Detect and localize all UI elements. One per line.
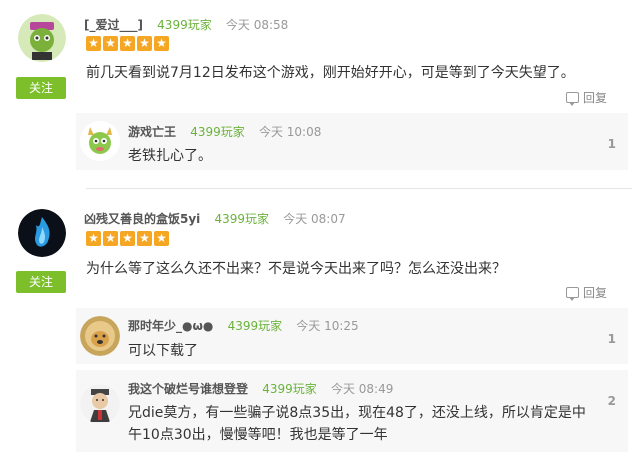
username[interactable]: 凶残又善良的盒饭5yi (84, 212, 200, 226)
star-icon: ★ (154, 231, 169, 246)
reply-item: 那时年少_●ω● 4399玩家 今天 10:25 可以下载了 1 (76, 308, 628, 364)
floor-number: 1 (607, 332, 616, 346)
user-badge: 4399玩家 (190, 125, 245, 139)
star-icon: ★ (103, 36, 118, 51)
user-avatar[interactable] (18, 14, 66, 62)
reply-icon (566, 287, 579, 301)
reply-item: 我这个破烂号谁想登登 4399玩家 今天 08:49 兄die莫方，有一些骗子说… (76, 370, 628, 452)
timestamp: 今天 08:07 (283, 212, 346, 226)
timestamp: 今天 08:49 (330, 382, 394, 396)
star-icon: ★ (103, 231, 118, 246)
cartoon-man-avatar-icon (80, 384, 120, 424)
star-rating: ★ ★ ★ ★ ★ (86, 36, 169, 51)
username[interactable]: [_爱过___] (84, 18, 143, 32)
floor-number: 1 (607, 137, 616, 151)
floor-number: 2 (607, 394, 616, 408)
comment-text: 前几天看到说7月12日发布这个游戏，刚开始好开心，可是等到了今天失望了。 (86, 65, 575, 81)
user-badge: 4399玩家 (157, 18, 212, 32)
blue-flame-avatar-icon (18, 209, 66, 257)
user-avatar[interactable] (18, 209, 66, 257)
follow-button[interactable]: 关注 (16, 271, 66, 293)
reply-header: 那时年少_●ω● 4399玩家 今天 10:25 (128, 317, 359, 334)
timestamp: 今天 08:58 (225, 18, 289, 32)
star-rating: ★ ★ ★ ★ ★ (86, 231, 169, 246)
reply-username[interactable]: 游戏亡王 (128, 125, 176, 139)
reply-icon (566, 92, 579, 106)
comment-header: [_爱过___] 4399玩家 今天 08:58 (84, 16, 288, 33)
star-icon: ★ (86, 36, 101, 51)
reply-username[interactable]: 我这个破烂号谁想登登 (128, 382, 248, 396)
comment-header: 凶残又善良的盒饭5yi 4399玩家 今天 08:07 (84, 210, 346, 227)
reply-text: 可以下载了 (128, 343, 198, 359)
green-dino-avatar-icon (80, 121, 120, 161)
doge-avatar-icon (80, 316, 120, 356)
reply-text: 兄die莫方，有一些骗子说8点35出，现在48了，还没上线，所以肯定是中 午10… (128, 402, 614, 446)
reply-avatar[interactable] (80, 316, 120, 356)
reply-text: 老铁扎心了。 (128, 148, 212, 164)
reply-label: 回复 (583, 286, 608, 300)
follow-button[interactable]: 关注 (16, 77, 66, 99)
divider (86, 188, 632, 189)
star-icon: ★ (120, 36, 135, 51)
reply-avatar[interactable] (80, 121, 120, 161)
comment-item: 关注 [_爱过___] 4399玩家 今天 08:58 ★ ★ ★ ★ ★ 前几… (0, 0, 644, 190)
timestamp: 今天 10:08 (258, 125, 322, 139)
star-icon: ★ (154, 36, 169, 51)
reply-item: 游戏亡王 4399玩家 今天 10:08 老铁扎心了。 1 (76, 113, 628, 170)
star-icon: ★ (120, 231, 135, 246)
reply-header: 游戏亡王 4399玩家 今天 10:08 (128, 123, 321, 140)
reply-text-line: 兄die莫方，有一些骗子说8点35出，现在48了，还没上线，所以肯定是中 (128, 405, 586, 421)
reply-button[interactable]: 回复 (566, 284, 607, 301)
comment-text: 为什么等了这么久还不出来？不是说今天出来了吗？怎么还没出来？ (86, 261, 506, 277)
user-badge: 4399玩家 (262, 382, 317, 396)
timestamp: 今天 10:25 (296, 319, 359, 333)
star-icon: ★ (86, 231, 101, 246)
reply-username[interactable]: 那时年少_●ω● (128, 319, 213, 333)
star-icon: ★ (137, 36, 152, 51)
comment-item: 关注 凶残又善良的盒饭5yi 4399玩家 今天 08:07 ★ ★ ★ ★ ★… (0, 196, 644, 467)
reply-label: 回复 (583, 91, 608, 105)
reply-avatar[interactable] (80, 384, 120, 424)
user-badge: 4399玩家 (227, 319, 283, 333)
reply-text-line: 午10点30出，慢慢等吧！我也是等了一年 (128, 427, 388, 443)
reply-button[interactable]: 回复 (566, 89, 607, 106)
user-badge: 4399玩家 (214, 212, 270, 226)
reply-header: 我这个破烂号谁想登登 4399玩家 今天 08:49 (128, 380, 393, 397)
star-icon: ★ (137, 231, 152, 246)
green-cartoon-avatar-icon (18, 14, 66, 62)
